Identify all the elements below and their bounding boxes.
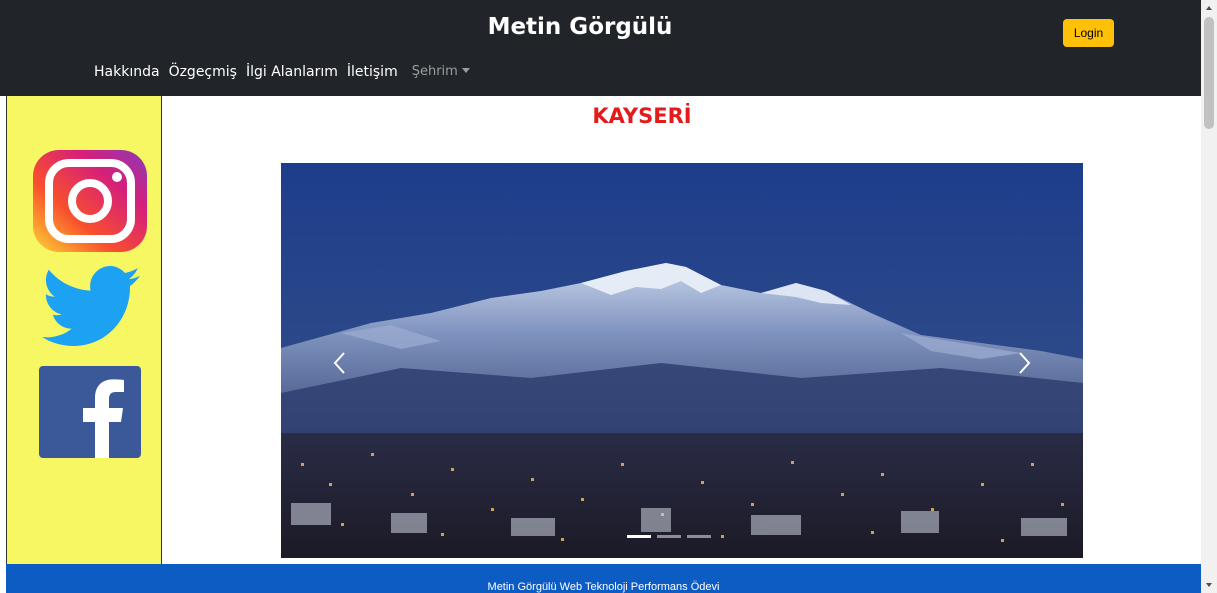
city-dropdown-label: Şehrim (411, 64, 458, 79)
carousel-indicators (627, 535, 711, 538)
nav-link-interests[interactable]: İlgi Alanlarım (246, 64, 338, 80)
carousel-slide-image (281, 163, 1083, 558)
city-dropdown[interactable]: Şehrim (412, 64, 470, 80)
carousel-indicator-2[interactable] (657, 535, 681, 538)
login-button[interactable]: Login (1063, 19, 1114, 47)
footer: Metin Görgülü Web Teknoloji Performans Ö… (6, 564, 1201, 593)
scroll-thumb[interactable] (1204, 17, 1214, 129)
carousel-indicator-1[interactable] (627, 535, 651, 538)
carousel-indicator-3[interactable] (687, 535, 711, 538)
image-carousel[interactable] (281, 163, 1083, 558)
chevron-left-icon (333, 352, 345, 374)
carousel-prev-button[interactable] (309, 323, 369, 403)
instagram-icon[interactable] (31, 148, 149, 254)
page-title: KAYSERİ (592, 104, 692, 128)
main-nav: Hakkında Özgeçmiş İlgi Alanlarım İletişi… (94, 64, 479, 80)
footer-text: Metin Görgülü Web Teknoloji Performans Ö… (487, 581, 720, 593)
navbar: Metin Görgülü Login Hakkında Özgeçmiş İl… (0, 0, 1201, 96)
nav-link-cv[interactable]: Özgeçmiş (169, 64, 237, 80)
social-sidebar (6, 96, 162, 564)
nav-link-about[interactable]: Hakkında (94, 64, 160, 80)
twitter-icon[interactable] (41, 266, 141, 348)
arrow-up-icon (1206, 6, 1212, 10)
arrow-down-icon (1206, 583, 1212, 587)
carousel-next-button[interactable] (995, 323, 1055, 403)
nav-link-contact[interactable]: İletişim (347, 64, 398, 80)
site-brand[interactable]: Metin Görgülü (0, 14, 1160, 40)
vertical-scrollbar[interactable] (1201, 0, 1217, 593)
chevron-right-icon (1019, 352, 1031, 374)
scroll-up-button[interactable] (1201, 0, 1217, 16)
facebook-icon[interactable] (39, 366, 141, 458)
caret-down-icon (461, 68, 470, 73)
scroll-down-button[interactable] (1201, 577, 1217, 593)
